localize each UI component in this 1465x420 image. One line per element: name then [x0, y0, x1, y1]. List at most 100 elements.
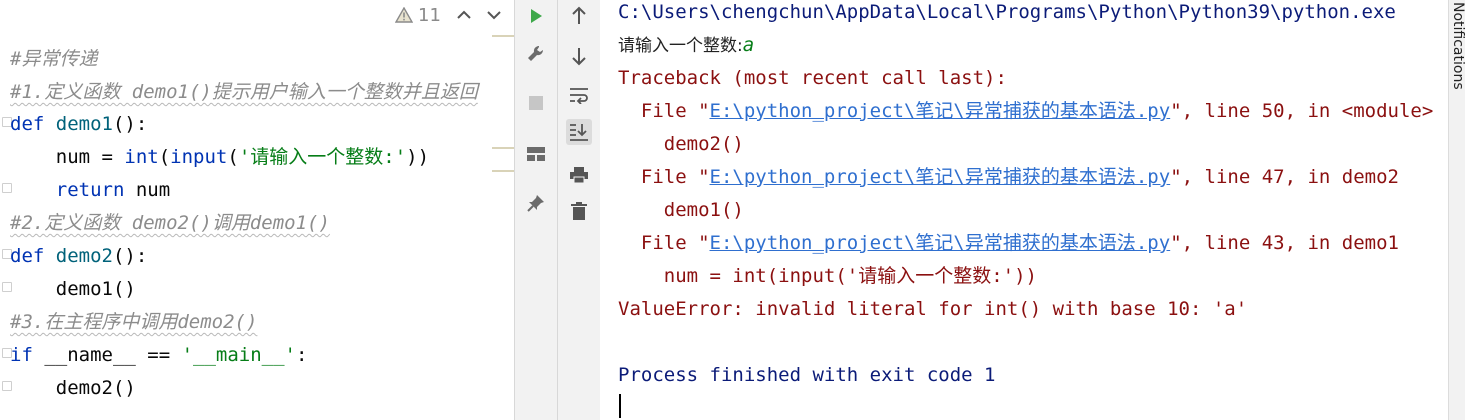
code-token: '__main__'	[181, 344, 296, 366]
code-token: '请输入一个整数:'	[238, 146, 407, 168]
code-token: ():	[112, 245, 148, 267]
code-token: (	[158, 146, 171, 168]
code-token: num =	[10, 146, 125, 168]
warning-count: 11	[418, 4, 441, 26]
scroll-marker	[492, 170, 514, 172]
console-line: File "E:\python_project\笔记\异常捕获的基本语法.py"…	[618, 95, 1433, 128]
console-toolbar	[558, 0, 600, 420]
code-token: def	[10, 113, 45, 135]
code-line[interactable]: demo2()	[10, 372, 136, 404]
code-token: __name__ ==	[32, 344, 182, 366]
scroll-to-end-button[interactable]	[566, 119, 592, 145]
file-link[interactable]: E:\python_project\笔记\异常捕获的基本语法.py	[710, 100, 1171, 122]
code-token: demo1	[55, 113, 113, 135]
code-token: input	[170, 146, 228, 168]
clear-all-button[interactable]	[566, 198, 592, 224]
scroll-marker	[492, 35, 514, 37]
layout-icon	[527, 147, 545, 161]
settings-button[interactable]	[523, 41, 549, 67]
console-line: num = int(input('请输入一个整数:'))	[618, 260, 1037, 293]
soft-wrap-button[interactable]	[566, 82, 592, 108]
console-text: a	[742, 34, 755, 56]
scroll-to-end-icon	[570, 124, 588, 141]
print-icon	[570, 167, 588, 184]
up-arrow-icon	[572, 6, 586, 24]
code-token: ():	[112, 113, 148, 135]
code-comment-line[interactable]: #异常传递	[10, 43, 97, 75]
code-token: num	[124, 179, 171, 201]
code-token: :	[296, 344, 308, 366]
console-text: Traceback (most recent call last):	[618, 67, 1007, 89]
previous-highlight-button[interactable]	[454, 5, 474, 25]
console-text: File "	[618, 100, 710, 122]
console-text: File "	[618, 166, 710, 188]
console-text: demo2()	[618, 133, 744, 155]
console-text: ", line 43, in demo1	[1170, 232, 1399, 254]
console-text: C:\Users\chengchun\AppData\Local\Program…	[618, 1, 1396, 23]
code-line[interactable]: num = int(input('请输入一个整数:'))	[10, 141, 429, 173]
console-text: 请输入一个整数:	[618, 36, 743, 56]
stop-button[interactable]	[523, 90, 549, 116]
console-text: num = int(input('请输入一个整数:'))	[618, 265, 1037, 287]
console-line: Traceback (most recent call last):	[618, 62, 1007, 95]
code-token: #3.在主程序中调用demo2()	[10, 311, 258, 333]
trash-icon	[571, 202, 587, 220]
stop-icon	[529, 96, 543, 110]
code-token: demo1()	[10, 278, 136, 300]
warnings-indicator[interactable]: 11	[395, 4, 441, 26]
print-button[interactable]	[566, 162, 592, 188]
file-link[interactable]: E:\python_project\笔记\异常捕获的基本语法.py	[710, 166, 1171, 188]
console-line: C:\Users\chengchun\AppData\Local\Program…	[618, 0, 1396, 29]
console-text: Process finished with exit code 1	[618, 364, 996, 386]
next-highlight-button[interactable]	[484, 5, 504, 25]
editor-top-bar: 11	[0, 0, 514, 30]
console-line: ValueError: invalid literal for int() wi…	[618, 293, 1247, 326]
console-line: 请输入一个整数:a	[618, 29, 754, 62]
code-line[interactable]: demo1()	[10, 273, 136, 305]
run-icon	[531, 9, 542, 23]
console-text: ValueError: invalid literal for int() wi…	[618, 298, 1248, 320]
code-token: demo2()	[10, 377, 136, 399]
console-line: Process finished with exit code 1	[618, 359, 996, 392]
code-comment-line[interactable]: #3.在主程序中调用demo2()	[10, 306, 257, 338]
console-line: File "E:\python_project\笔记\异常捕获的基本语法.py"…	[618, 227, 1399, 260]
run-button[interactable]	[523, 3, 549, 29]
code-line[interactable]: def demo1():	[10, 108, 147, 140]
soft-wrap-icon	[570, 88, 588, 104]
code-token: if	[10, 344, 33, 366]
code-line[interactable]: if __name__ == '__main__':	[10, 339, 307, 371]
console-text: demo1()	[618, 199, 744, 221]
code-editor[interactable]: 11 #异常传递 #1.定义函数 demo1()提示用户输入一个整数并且返回 def…	[0, 0, 514, 420]
chevron-down-icon	[487, 11, 501, 20]
text-cursor	[619, 394, 621, 418]
warning-icon	[395, 7, 413, 23]
run-console[interactable]: C:\Users\chengchun\AppData\Local\Program…	[600, 0, 1448, 420]
pin-icon	[527, 195, 544, 212]
console-line: File "E:\python_project\笔记\异常捕获的基本语法.py"…	[618, 161, 1399, 194]
code-token: ))	[406, 146, 430, 168]
code-comment-line[interactable]: #1.定义函数 demo1()提示用户输入一个整数并且返回	[10, 76, 478, 108]
code-token: (	[227, 146, 239, 168]
layout-button[interactable]	[523, 141, 549, 167]
right-tool-window-bar: Notifications	[1448, 0, 1465, 420]
code-token: #异常传递	[10, 48, 98, 70]
code-comment-line[interactable]: #2.定义函数 demo2()调用demo1()	[10, 207, 330, 239]
console-line: demo2()	[618, 128, 744, 161]
code-line[interactable]: return num	[10, 174, 170, 206]
scroll-marker	[492, 147, 514, 149]
code-token: #1.定义函数 demo1()提示用户输入一个整数并且返回	[10, 81, 478, 103]
run-toolbar	[515, 0, 557, 420]
file-link[interactable]: E:\python_project\笔记\异常捕获的基本语法.py	[710, 232, 1171, 254]
code-token: #2.定义函数 demo2()调用demo1()	[10, 212, 330, 234]
code-token: return	[55, 179, 125, 201]
previous-occurrence-button[interactable]	[566, 3, 592, 29]
notifications-tab[interactable]: Notifications	[1450, 2, 1465, 90]
code-line[interactable]: def demo2():	[10, 240, 147, 272]
next-occurrence-button[interactable]	[566, 43, 592, 69]
wrench-icon	[528, 45, 544, 61]
console-text: ", line 50, in <module>	[1170, 100, 1434, 122]
pin-tab-button[interactable]	[523, 190, 549, 216]
console-text: File "	[618, 232, 710, 254]
